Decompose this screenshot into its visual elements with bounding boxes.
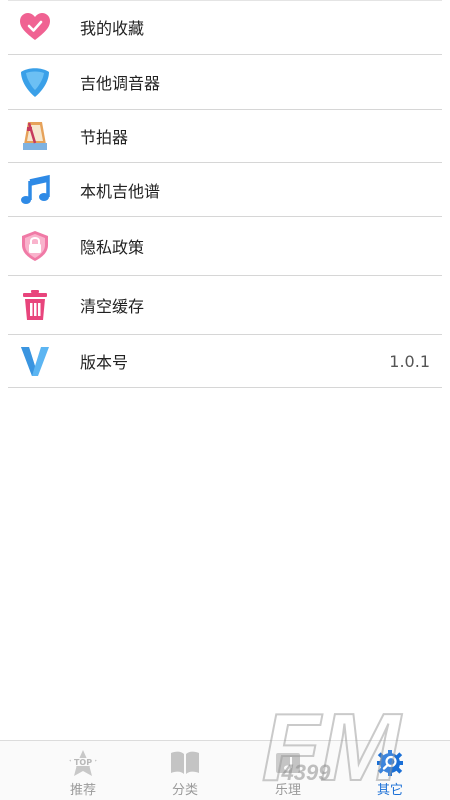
tab-recommend[interactable]: TOP 推荐: [31, 741, 135, 800]
shield-lock-icon: [18, 229, 52, 263]
svg-text:TOP: TOP: [74, 758, 92, 767]
version-v-icon: [18, 344, 52, 378]
menu-item-label: 清空缓存: [80, 297, 145, 316]
menu-item-label: 隐私政策: [80, 238, 145, 257]
book-icon: [167, 749, 203, 777]
menu-item-label: 吉他调音器: [80, 74, 161, 93]
menu-item-label: 版本号: [80, 353, 129, 372]
menu-item-favorites[interactable]: 我的收藏: [8, 0, 442, 55]
tab-other[interactable]: 其它: [338, 741, 442, 800]
menu-item-local-tabs[interactable]: 本机吉他谱: [8, 163, 442, 217]
tab-category[interactable]: 分类: [133, 741, 237, 800]
music-theory-icon: [270, 749, 306, 777]
menu-item-label: 本机吉他谱: [80, 181, 161, 201]
tab-label: 乐理: [274, 783, 301, 798]
menu-item-tuner[interactable]: 吉他调音器: [8, 55, 442, 110]
metronome-icon: [18, 119, 52, 153]
tab-label: 推荐: [69, 783, 96, 798]
guitar-pick-icon: [18, 65, 52, 99]
trash-icon: [18, 288, 52, 322]
menu-item-metronome[interactable]: 节拍器: [8, 110, 442, 163]
bottom-tab-bar: TOP 推荐 分类 乐理 其它: [0, 740, 450, 800]
top-star-icon: TOP: [65, 749, 101, 777]
menu-item-privacy[interactable]: 隐私政策: [8, 217, 442, 276]
menu-item-label: 我的收藏: [80, 19, 145, 38]
menu-item-clear-cache[interactable]: 清空缓存: [8, 276, 442, 335]
tab-label: 分类: [171, 783, 198, 798]
menu-item-label: 节拍器: [80, 128, 129, 147]
version-number: 1.0.1: [389, 351, 430, 371]
menu-item-version[interactable]: 版本号 1.0.1: [8, 335, 442, 388]
heart-check-icon: [18, 10, 52, 44]
tab-music-theory[interactable]: 乐理: [236, 741, 340, 800]
music-note-icon: [18, 173, 52, 207]
tab-label: 其它: [376, 783, 403, 798]
gear-search-icon: [372, 749, 408, 777]
